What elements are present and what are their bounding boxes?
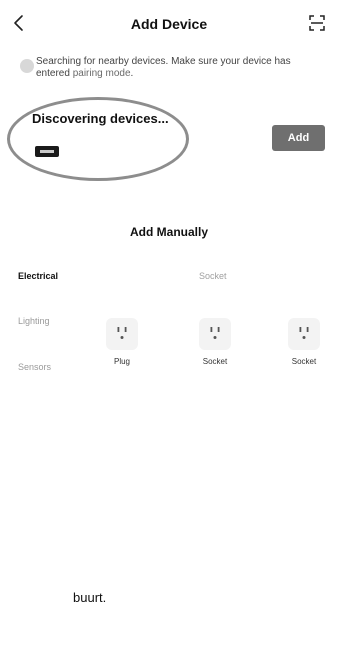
discovering-title: Discovering devices... bbox=[32, 111, 169, 126]
outlet-icon bbox=[117, 327, 127, 339]
group-label-socket: Socket bbox=[199, 271, 227, 281]
footer-text: buurt. bbox=[73, 590, 107, 605]
discovered-device-thumbnail[interactable] bbox=[35, 146, 59, 157]
outlet-icon bbox=[299, 327, 309, 339]
device-tile-socket-2[interactable] bbox=[288, 318, 320, 350]
page-title: Add Device bbox=[130, 16, 208, 32]
device-tile-plug[interactable] bbox=[106, 318, 138, 350]
add-manually-title: Add Manually bbox=[129, 225, 208, 239]
search-notice: Searching for nearby devices. Make sure … bbox=[36, 56, 326, 80]
device-tile-socket-1[interactable] bbox=[199, 318, 231, 350]
pairing-mode-link[interactable]: pairing mode bbox=[73, 68, 131, 79]
device-label-socket-1: Socket bbox=[202, 357, 228, 366]
category-sensors[interactable]: Sensors bbox=[18, 362, 51, 372]
scan-button[interactable] bbox=[307, 13, 327, 33]
scan-icon bbox=[309, 15, 325, 31]
category-electrical[interactable]: Electrical bbox=[18, 271, 58, 281]
device-label-plug: Plug bbox=[113, 357, 130, 366]
category-lighting[interactable]: Lighting bbox=[18, 316, 50, 326]
add-button[interactable]: Add bbox=[272, 125, 325, 151]
notice-suffix: . bbox=[130, 68, 134, 79]
device-label-socket-2: Socket bbox=[291, 357, 317, 366]
outlet-icon bbox=[210, 327, 220, 339]
searching-spinner-icon bbox=[20, 59, 34, 73]
highlight-ellipse bbox=[7, 97, 189, 181]
